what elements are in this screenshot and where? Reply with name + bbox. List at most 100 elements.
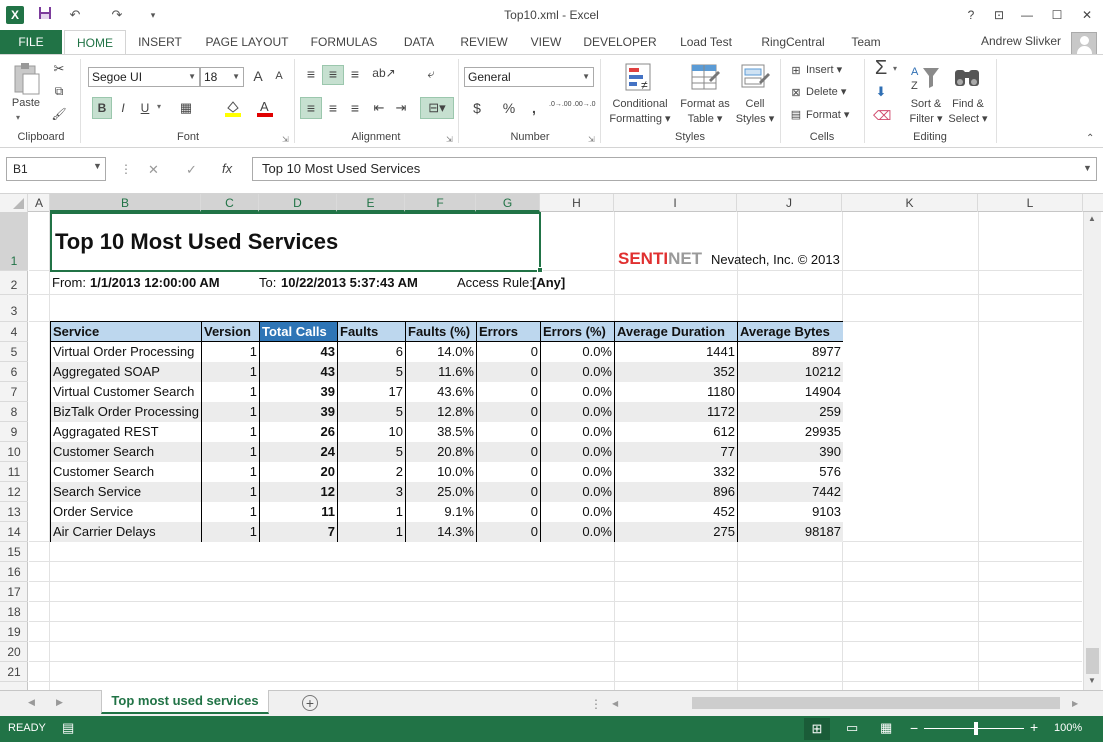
tab-review[interactable]: REVIEW — [454, 30, 514, 54]
column-header-g[interactable]: G — [476, 194, 540, 212]
sheet-tab-top-most-used-services[interactable]: Top most used services — [101, 690, 269, 714]
table-cell-avg-duration[interactable]: 332 — [615, 462, 738, 482]
table-cell-avg-duration[interactable]: 275 — [615, 522, 738, 542]
table-cell-errors-pct[interactable]: 0.0% — [541, 442, 615, 462]
cancel-icon[interactable]: ✕ — [148, 162, 159, 178]
table-cell-version[interactable]: 1 — [202, 462, 260, 482]
help-button[interactable]: ? — [958, 5, 984, 25]
clear-icon[interactable]: ⌫ — [872, 107, 891, 125]
table-cell-total-calls[interactable]: 24 — [260, 442, 338, 462]
scroll-thumb[interactable] — [1086, 648, 1099, 674]
font-color-icon[interactable]: A — [254, 97, 276, 119]
find-select-button[interactable]: Find & Select ▾ — [946, 97, 990, 127]
select-all-corner[interactable] — [0, 194, 28, 212]
table-cell-total-calls[interactable]: 26 — [260, 422, 338, 442]
row-header[interactable]: 13 — [0, 502, 28, 522]
table-cell-errors-pct[interactable]: 0.0% — [541, 522, 615, 542]
paste-button[interactable]: Paste — [8, 97, 44, 109]
column-header-d[interactable]: D — [259, 194, 337, 212]
table-cell-total-calls[interactable]: 20 — [260, 462, 338, 482]
row-header[interactable]: 18 — [0, 602, 28, 622]
access-rule-value[interactable]: [Any] — [532, 273, 565, 292]
table-header-faults-pct[interactable]: Faults (%) — [406, 322, 477, 342]
row-header[interactable]: 17 — [0, 582, 28, 602]
increase-indent-icon[interactable]: ⇥ — [390, 97, 412, 119]
bottom-align-icon[interactable]: ≡ — [344, 65, 366, 85]
row-header[interactable]: 6 — [0, 362, 28, 382]
table-cell-errors-pct[interactable]: 0.0% — [541, 382, 615, 402]
user-name[interactable]: Andrew Slivker — [981, 34, 1061, 48]
cell-styles-icon[interactable] — [738, 61, 772, 95]
table-cell-faults[interactable]: 5 — [338, 362, 406, 382]
table-cell-avg-duration[interactable]: 452 — [615, 502, 738, 522]
table-cell-service[interactable]: Virtual Customer Search — [51, 382, 202, 402]
comma-button[interactable]: , — [526, 97, 542, 119]
table-cell-avg-bytes[interactable]: 390 — [738, 442, 843, 462]
font-dialog-launcher-icon[interactable]: ⇲ — [282, 135, 289, 144]
row-header[interactable]: 14 — [0, 522, 28, 542]
row-header[interactable]: 16 — [0, 562, 28, 582]
table-header-avg-bytes[interactable]: Average Bytes — [738, 322, 843, 342]
add-sheet-button[interactable]: + — [302, 695, 318, 711]
delete-cells-icon[interactable]: ⊠ — [788, 85, 804, 99]
table-cell-avg-bytes[interactable]: 14904 — [738, 382, 843, 402]
tab-file[interactable]: FILE — [0, 30, 62, 54]
table-cell-avg-bytes[interactable]: 259 — [738, 402, 843, 422]
underline-button[interactable]: U — [136, 97, 154, 119]
table-cell-avg-duration[interactable]: 1172 — [615, 402, 738, 422]
table-cell-errors-pct[interactable]: 0.0% — [541, 342, 615, 362]
column-header-i[interactable]: I — [614, 194, 737, 212]
table-cell-errors-pct[interactable]: 0.0% — [541, 422, 615, 442]
table-cell-faults-pct[interactable]: 9.1% — [406, 502, 477, 522]
table-cell-errors[interactable]: 0 — [477, 442, 541, 462]
table-cell-faults-pct[interactable]: 25.0% — [406, 482, 477, 502]
table-cell-faults-pct[interactable]: 20.8% — [406, 442, 477, 462]
decrease-indent-icon[interactable]: ⇤ — [368, 97, 390, 119]
page-break-view-icon[interactable]: ▦ — [880, 720, 892, 736]
font-name-select[interactable]: Segoe UI ▼ — [88, 67, 200, 87]
table-cell-errors[interactable]: 0 — [477, 462, 541, 482]
column-header-k[interactable]: K — [842, 194, 978, 212]
tab-page-layout[interactable]: PAGE LAYOUT — [198, 30, 296, 54]
scroll-up-icon[interactable]: ▲ — [1088, 214, 1096, 223]
ribbon-display-button[interactable]: ⊡ — [986, 5, 1012, 25]
table-cell-errors-pct[interactable]: 0.0% — [541, 462, 615, 482]
table-cell-faults[interactable]: 1 — [338, 522, 406, 542]
find-select-icon[interactable] — [950, 61, 984, 95]
name-box[interactable]: B1 — [6, 157, 106, 181]
align-left-icon[interactable]: ≡ — [300, 97, 322, 119]
sort-filter-icon[interactable]: AZ — [908, 61, 942, 95]
avatar[interactable] — [1071, 32, 1097, 56]
table-cell-faults-pct[interactable]: 43.6% — [406, 382, 477, 402]
table-header-total-calls[interactable]: Total Calls — [260, 322, 338, 342]
row-header[interactable]: 3 — [0, 295, 28, 322]
underline-dropdown-icon[interactable]: ▾ — [157, 102, 161, 111]
cut-icon[interactable]: ✂ — [50, 60, 68, 78]
row-header[interactable]: 2 — [0, 271, 28, 295]
table-cell-version[interactable]: 1 — [202, 502, 260, 522]
column-header-j[interactable]: J — [737, 194, 842, 212]
table-cell-errors-pct[interactable]: 0.0% — [541, 482, 615, 502]
table-cell-avg-bytes[interactable]: 576 — [738, 462, 843, 482]
table-cell-faults-pct[interactable]: 38.5% — [406, 422, 477, 442]
table-cell-version[interactable]: 1 — [202, 382, 260, 402]
align-right-icon[interactable]: ≡ — [344, 97, 366, 119]
italic-button[interactable]: I — [114, 97, 132, 119]
table-cell-avg-bytes[interactable]: 29935 — [738, 422, 843, 442]
tab-home[interactable]: HOME — [64, 30, 126, 54]
row-header[interactable]: 8 — [0, 402, 28, 422]
copy-icon[interactable]: ⧉ — [50, 83, 68, 101]
decrease-decimal-button[interactable]: .00→.0 — [572, 99, 596, 119]
report-title[interactable]: Top 10 Most Used Services — [55, 228, 338, 256]
table-cell-faults[interactable]: 6 — [338, 342, 406, 362]
vertical-scrollbar[interactable]: ▲ ▼ — [1083, 212, 1101, 690]
table-cell-version[interactable]: 1 — [202, 482, 260, 502]
table-header-version[interactable]: Version — [202, 322, 260, 342]
column-header-a[interactable]: A — [29, 194, 50, 212]
table-cell-avg-duration[interactable]: 1441 — [615, 342, 738, 362]
table-cell-faults[interactable]: 5 — [338, 402, 406, 422]
worksheet-grid[interactable]: Top 10 Most Used Services SENTINET Nevat… — [29, 212, 1082, 690]
format-cells-button[interactable]: Format ▾ — [806, 108, 849, 121]
table-cell-faults[interactable]: 17 — [338, 382, 406, 402]
tab-formulas[interactable]: FORMULAS — [304, 30, 384, 54]
